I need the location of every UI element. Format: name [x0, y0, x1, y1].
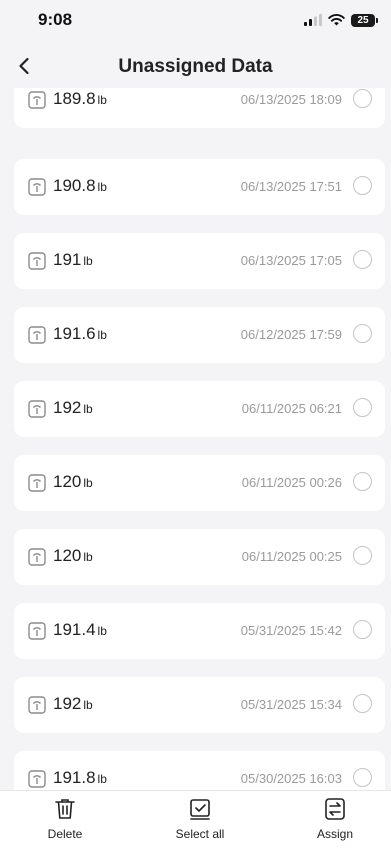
status-icons: 25 — [304, 12, 378, 28]
record-datetime: 06/11/2025 00:25 — [241, 549, 342, 564]
record-datetime: 05/30/2025 16:03 — [240, 771, 342, 786]
nav-bar: Unassigned Data — [0, 44, 391, 88]
record-item[interactable]: 192 lb 06/11/2025 06:21 — [14, 381, 385, 437]
scale-icon — [28, 326, 46, 344]
scale-icon — [28, 178, 46, 196]
weight-unit: lb — [83, 402, 93, 416]
weight-value: 120 lb — [53, 546, 93, 566]
assign-button[interactable]: Assign — [290, 797, 380, 847]
weight-value: 192 lb — [53, 398, 93, 418]
weight-value: 191.8 lb — [53, 768, 107, 788]
scale-icon — [28, 696, 46, 714]
record-datetime: 06/13/2025 18:09 — [240, 92, 342, 107]
weight-number: 189.8 — [53, 89, 96, 108]
record-datetime: 06/11/2025 00:26 — [241, 475, 342, 490]
record-datetime: 06/11/2025 06:21 — [241, 401, 342, 416]
record-item[interactable]: 120 lb 06/11/2025 00:25 — [14, 529, 385, 585]
record-datetime: 05/31/2025 15:42 — [240, 623, 342, 638]
scale-icon — [28, 252, 46, 270]
record-item[interactable]: 189.8 lb 06/13/2025 18:09 — [14, 88, 385, 128]
select-radio[interactable] — [353, 176, 372, 195]
record-datetime: 06/12/2025 17:59 — [240, 327, 342, 342]
scale-icon — [28, 548, 46, 566]
select-radio[interactable] — [353, 694, 372, 713]
select-radio[interactable] — [353, 546, 372, 565]
weight-number: 191.4 — [53, 620, 96, 639]
record-datetime: 05/31/2025 15:34 — [240, 697, 342, 712]
weight-unit: lb — [97, 624, 107, 638]
weight-number: 191.8 — [53, 768, 96, 787]
select-radio[interactable] — [353, 768, 372, 787]
delete-label: Delete — [47, 827, 83, 841]
bottom-toolbar: Delete Select all Assign — [0, 790, 391, 859]
record-item[interactable]: 191.6 lb 06/12/2025 17:59 — [14, 307, 385, 363]
scale-icon — [28, 400, 46, 418]
weight-number: 192 — [53, 398, 82, 417]
weight-value: 120 lb — [53, 472, 93, 492]
record-item[interactable]: 191.4 lb 05/31/2025 15:42 — [14, 603, 385, 659]
record-datetime: 06/13/2025 17:51 — [240, 179, 342, 194]
weight-number: 192 — [53, 694, 82, 713]
assign-label: Assign — [316, 827, 354, 841]
weight-value: 189.8 lb — [53, 89, 107, 109]
scale-icon — [28, 474, 46, 492]
trash-icon — [55, 799, 75, 819]
status-bar: 9:08 25 — [0, 0, 391, 44]
select-radio[interactable] — [353, 398, 372, 417]
weight-number: 190.8 — [53, 176, 96, 195]
checkbox-icon — [190, 799, 210, 820]
weight-number: 120 — [53, 472, 82, 491]
delete-button[interactable]: Delete — [20, 797, 110, 847]
records-list[interactable]: 189.8 lb 06/13/2025 18:09 190.8 lb 06/13/2… — [0, 88, 391, 790]
select-all-label: Select all — [175, 827, 225, 841]
weight-value: 192 lb — [53, 694, 93, 714]
select-all-button[interactable]: Select all — [155, 797, 245, 847]
weight-value: 191.4 lb — [53, 620, 107, 640]
record-item[interactable]: 190.8 lb 06/13/2025 17:51 — [14, 159, 385, 215]
page-title: Unassigned Data — [118, 56, 273, 77]
weight-unit: lb — [97, 328, 107, 342]
weight-unit: lb — [97, 772, 107, 786]
record-item[interactable]: 120 lb 06/11/2025 00:26 — [14, 455, 385, 511]
select-radio[interactable] — [353, 89, 372, 108]
weight-unit: lb — [83, 476, 93, 490]
weight-number: 191 — [53, 250, 82, 269]
select-radio[interactable] — [353, 620, 372, 639]
weight-number: 191.6 — [53, 324, 96, 343]
record-item[interactable]: 191 lb 06/13/2025 17:05 — [14, 233, 385, 289]
scale-icon — [28, 91, 46, 109]
status-time: 9:08 — [38, 10, 73, 29]
wifi-icon — [328, 14, 345, 26]
record-item[interactable]: 191.8 lb 05/30/2025 16:03 — [14, 751, 385, 790]
cellular-signal-icon — [304, 14, 322, 26]
record-item[interactable]: 192 lb 05/31/2025 15:34 — [14, 677, 385, 733]
scale-icon — [28, 770, 46, 788]
battery-icon: 25 — [351, 13, 378, 27]
weight-unit: lb — [83, 550, 93, 564]
weight-unit: lb — [97, 180, 107, 194]
weight-value: 191 lb — [53, 250, 93, 270]
select-radio[interactable] — [353, 324, 372, 343]
weight-value: 190.8 lb — [53, 176, 107, 196]
record-datetime: 06/13/2025 17:05 — [240, 253, 342, 268]
weight-number: 120 — [53, 546, 82, 565]
weight-unit: lb — [97, 93, 107, 107]
assign-icon — [325, 798, 345, 820]
select-radio[interactable] — [353, 250, 372, 269]
weight-unit: lb — [83, 698, 93, 712]
weight-unit: lb — [83, 254, 93, 268]
select-radio[interactable] — [353, 472, 372, 491]
scale-icon — [28, 622, 46, 640]
weight-value: 191.6 lb — [53, 324, 107, 344]
